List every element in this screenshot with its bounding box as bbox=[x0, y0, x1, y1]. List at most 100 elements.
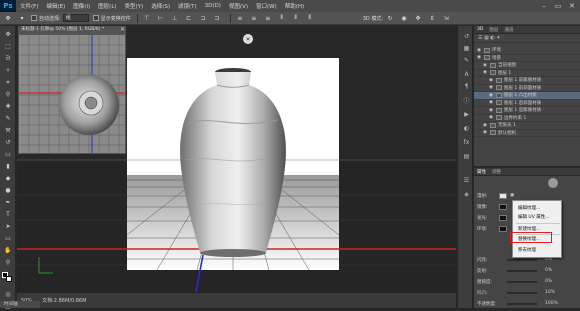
paragraph-icon[interactable]: ¶ bbox=[462, 82, 471, 90]
show-transform-checkbox[interactable] bbox=[92, 15, 99, 21]
distribute-icon[interactable]: ≡ bbox=[263, 14, 273, 23]
slider-row[interactable]: 反射: 0% bbox=[474, 265, 580, 276]
actions-icon[interactable]: ▶ bbox=[462, 110, 471, 118]
crop-tool-icon[interactable]: ⌗ bbox=[3, 78, 13, 87]
eye-icon[interactable]: ◉ bbox=[488, 85, 494, 90]
list-item[interactable]: ◉ 默认相机 bbox=[474, 130, 580, 137]
slider-row[interactable]: 粗糙度: 0% bbox=[474, 276, 580, 287]
menu-layer[interactable]: 图层(L) bbox=[94, 2, 120, 10]
close-icon[interactable]: ✕ bbox=[120, 26, 125, 34]
menu-view[interactable]: 视图(V) bbox=[225, 2, 252, 10]
list-item[interactable]: ◉ 图层 1 前膨胀材质 bbox=[474, 77, 580, 85]
swatch-icon[interactable]: ▦ bbox=[462, 44, 471, 52]
dropdown-arrow-icon[interactable]: ▾ bbox=[17, 14, 27, 23]
styles-icon[interactable]: fx bbox=[462, 138, 471, 146]
texture-folder-icon[interactable]: ▣ bbox=[510, 193, 514, 198]
align-left-icon[interactable]: ⊏ bbox=[184, 14, 194, 23]
distribute-icon[interactable]: ≡ bbox=[249, 14, 259, 23]
eye-icon[interactable]: ◉ bbox=[476, 55, 482, 60]
menu-type[interactable]: 类型(Y) bbox=[121, 2, 148, 10]
gradient-tool-icon[interactable]: ▮ bbox=[3, 162, 13, 171]
rotate-3d-icon[interactable]: ↻ bbox=[385, 14, 395, 23]
menu-edit[interactable]: 编辑(E) bbox=[42, 2, 69, 10]
menu-item-edit-texture[interactable]: 编辑纹理... bbox=[518, 205, 540, 211]
zoom-tool-icon[interactable]: ⚲ bbox=[3, 258, 13, 267]
slider-value[interactable]: 0% bbox=[545, 279, 552, 284]
scale-3d-icon[interactable]: ⇲ bbox=[441, 14, 451, 23]
list-item[interactable]: ◉ 环境 bbox=[474, 47, 580, 55]
align-center-icon[interactable]: ⊐ bbox=[198, 14, 208, 23]
align-middle-icon[interactable]: ⊢ bbox=[156, 14, 166, 23]
eye-icon[interactable]: ◉ bbox=[482, 123, 488, 128]
eye-icon[interactable]: ◉ bbox=[482, 63, 488, 68]
brush-preset-icon[interactable]: ✎ bbox=[462, 56, 471, 64]
distribute-icon[interactable]: ≡ bbox=[235, 14, 245, 23]
lasso-tool-icon[interactable]: ᘐ bbox=[3, 54, 13, 63]
list-item-selected[interactable]: ◉ 图层 1 凸出材质 bbox=[474, 92, 580, 100]
move-tool-icon[interactable]: ✥ bbox=[3, 30, 13, 39]
eye-icon[interactable]: ◉ bbox=[482, 130, 488, 135]
3d-panel-toolbar[interactable]: ☰ ▦ ◐ ✦ bbox=[474, 34, 580, 43]
info-icon[interactable]: ⓘ bbox=[462, 96, 471, 105]
shine-slider[interactable] bbox=[507, 258, 537, 261]
align-right-icon[interactable]: ⊐ bbox=[212, 14, 222, 23]
brush-tool-icon[interactable]: ✎ bbox=[3, 114, 13, 123]
menu-file[interactable]: 文件(F) bbox=[16, 2, 42, 10]
tab-channels[interactable]: 通道 bbox=[504, 27, 513, 33]
magic-wand-icon[interactable]: ✧ bbox=[3, 66, 13, 75]
list-item[interactable]: ◉ 场景 bbox=[474, 55, 580, 62]
menu-3d[interactable]: 3D(D) bbox=[201, 3, 225, 9]
path-select-icon[interactable]: ➤ bbox=[3, 222, 13, 231]
background-color-swatch[interactable] bbox=[6, 276, 12, 282]
minimize-button[interactable]: – bbox=[538, 0, 550, 12]
hand-tool-icon[interactable]: ✋ bbox=[3, 246, 13, 255]
specular-swatch[interactable] bbox=[499, 203, 507, 210]
menu-image[interactable]: 图像(I) bbox=[69, 2, 94, 10]
history-brush-icon[interactable]: ↺ bbox=[3, 138, 13, 147]
align-top-icon[interactable]: ⊤ bbox=[142, 14, 152, 23]
tab-properties[interactable]: 属性 bbox=[477, 169, 486, 175]
diffuse-swatch[interactable] bbox=[499, 192, 507, 199]
layer-comps-icon[interactable]: ▤ bbox=[462, 152, 471, 160]
eye-icon[interactable]: ◉ bbox=[476, 48, 482, 53]
canvas-close-button[interactable]: ✕ bbox=[243, 34, 253, 44]
restore-button[interactable]: ▭ bbox=[552, 0, 564, 12]
list-item[interactable]: ◉ 当前视图 bbox=[474, 62, 580, 70]
eye-icon[interactable]: ◉ bbox=[482, 70, 488, 75]
material-ball-icon[interactable] bbox=[548, 178, 558, 188]
slider-value[interactable]: 100% bbox=[545, 301, 558, 306]
slider-value[interactable]: 0% bbox=[545, 268, 552, 273]
reflection-slider[interactable] bbox=[507, 269, 537, 272]
list-item[interactable]: ◉ 图层 1 后膨胀材质 bbox=[474, 107, 580, 115]
pen-tool-icon[interactable]: ✒ bbox=[3, 198, 13, 207]
eyedropper-icon[interactable]: ⚲ bbox=[3, 90, 13, 99]
roughness-slider[interactable] bbox=[507, 280, 537, 283]
eye-icon[interactable]: ◉ bbox=[488, 93, 494, 98]
menu-filter[interactable]: 滤镜(T) bbox=[174, 2, 201, 10]
pan-3d-icon[interactable]: ✥ bbox=[413, 14, 423, 23]
auto-select-dropdown[interactable]: 组 bbox=[62, 14, 89, 22]
timeline-tab[interactable]: 时间轴 bbox=[0, 301, 40, 308]
list-item[interactable]: ◉ 图层 1 后斜面材质 bbox=[474, 100, 580, 107]
eye-icon[interactable]: ◉ bbox=[488, 78, 494, 83]
adjust-icon[interactable]: ◐ bbox=[462, 124, 471, 132]
type-tool-icon[interactable]: T bbox=[3, 210, 13, 219]
distribute-icon[interactable]: ⫴ bbox=[291, 14, 301, 23]
quick-mask-icon[interactable]: ◎ bbox=[3, 290, 13, 299]
list-item[interactable]: ◉ 边界约束 1 bbox=[474, 115, 580, 122]
opacity-slider[interactable] bbox=[507, 302, 537, 305]
list-item[interactable]: ◉ 图层 1 bbox=[474, 70, 580, 77]
bump-slider[interactable] bbox=[507, 291, 537, 294]
distribute-icon[interactable]: ⫴ bbox=[305, 14, 315, 23]
menu-select[interactable]: 选择(S) bbox=[147, 2, 174, 10]
list-item[interactable]: ◉ 图层 1 前斜面材质 bbox=[474, 85, 580, 92]
history-icon[interactable]: ↺ bbox=[462, 32, 471, 40]
list-item[interactable]: ◉ 无限光 1 bbox=[474, 122, 580, 130]
eye-icon[interactable]: ◉ bbox=[488, 108, 494, 113]
eraser-tool-icon[interactable]: ▭ bbox=[3, 150, 13, 159]
menu-item-edit-uv[interactable]: 编辑 UV 属性... bbox=[518, 214, 550, 220]
tab-layers[interactable]: 图层 bbox=[489, 27, 498, 33]
marquee-tool-icon[interactable]: ⬚ bbox=[3, 42, 13, 51]
eye-icon[interactable]: ◉ bbox=[488, 100, 494, 105]
properties-icon[interactable]: ☰ bbox=[462, 176, 471, 184]
